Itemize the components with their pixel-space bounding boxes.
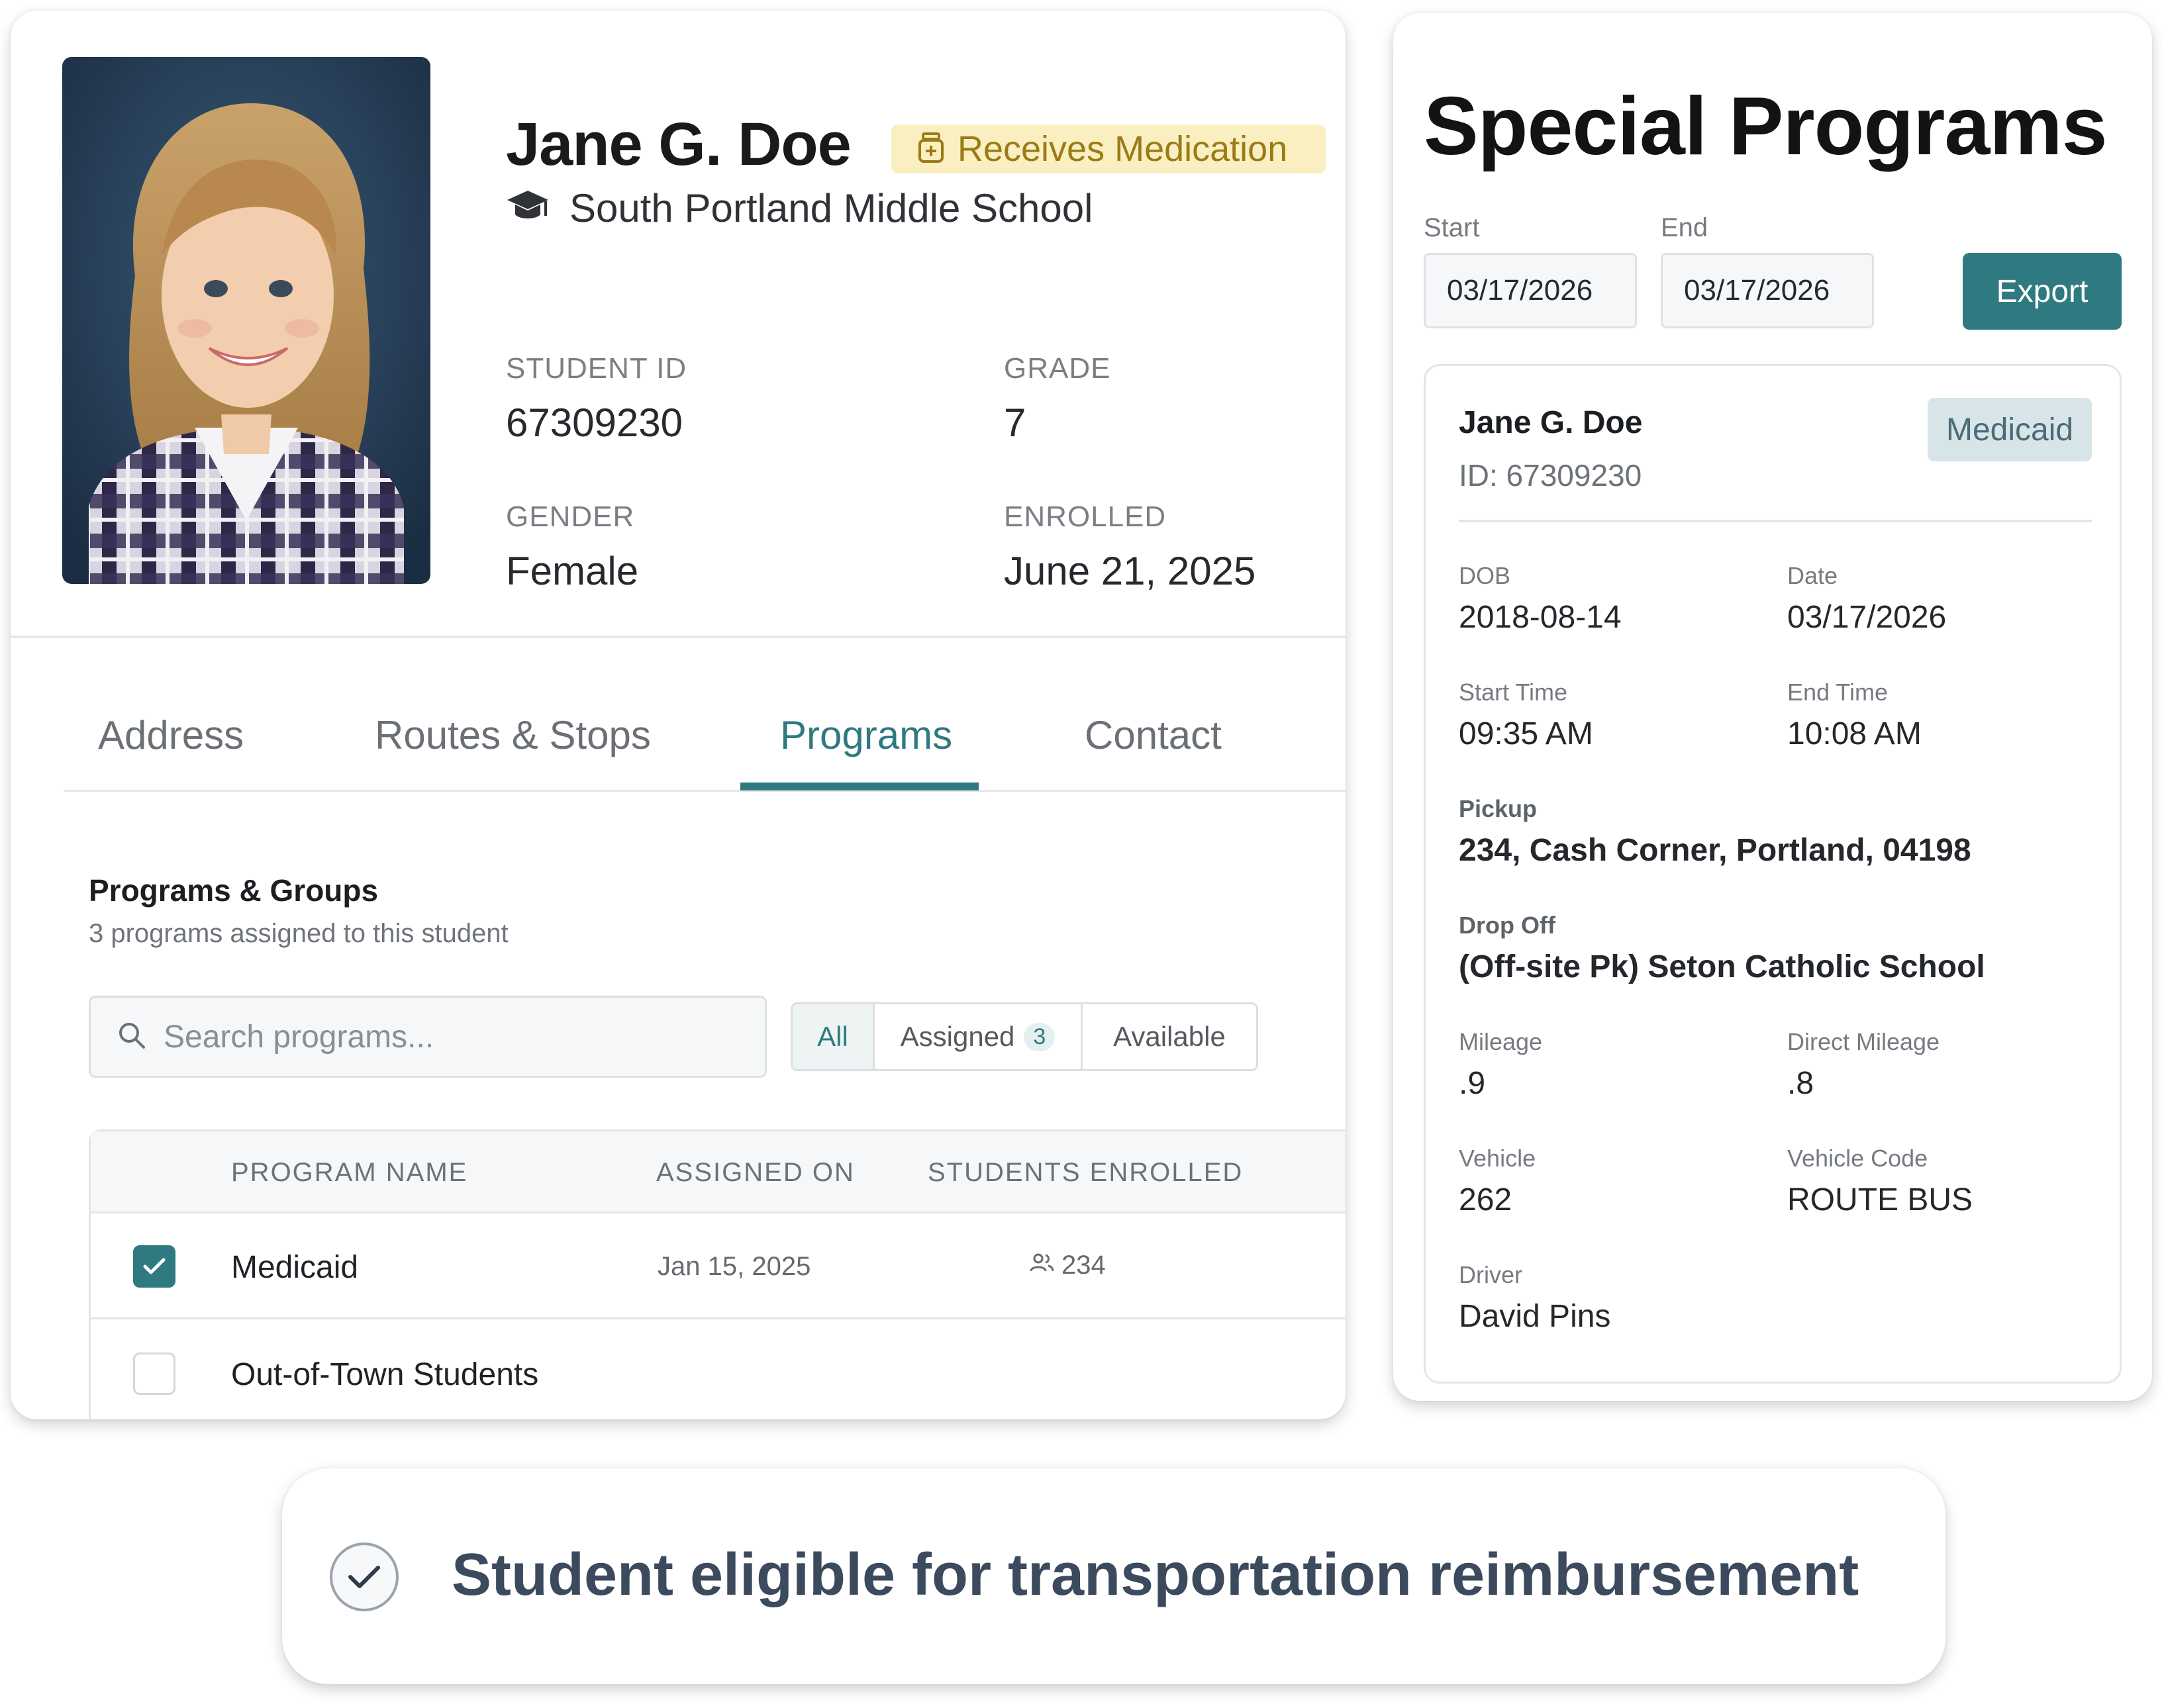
dropoff-label: Drop Off <box>1459 912 1555 939</box>
profile-divider <box>11 636 1346 638</box>
filter-assigned-label: Assigned <box>900 1021 1015 1052</box>
mileage-value: .9 <box>1459 1066 1486 1101</box>
start-time-label: Start Time <box>1459 679 1568 706</box>
start-date-input[interactable]: 03/17/2026 <box>1424 253 1637 328</box>
dob-value: 2018-08-14 <box>1459 600 1622 635</box>
program-search-input[interactable]: Search programs... <box>89 996 767 1078</box>
export-button[interactable]: Export <box>1963 253 2122 330</box>
assigned-on-cell: Jan 15, 2025 <box>658 1252 811 1281</box>
driver-label: Driver <box>1459 1261 1522 1288</box>
eligibility-banner: Student eligible for transportation reim… <box>282 1468 1945 1684</box>
eligibility-message: Student eligible for transportation reim… <box>452 1542 1859 1608</box>
student-profile-card: Jane G. Doe Receives Medication South Po… <box>11 11 1346 1419</box>
end-time-label: End Time <box>1787 679 1889 706</box>
row-checkbox-unchecked[interactable] <box>133 1352 175 1395</box>
grade-label: GRADE <box>1004 352 1111 385</box>
row-checkbox-checked[interactable] <box>133 1245 175 1288</box>
enrolled-count-value: 234 <box>1061 1251 1106 1280</box>
trip-student-id: ID: 67309230 <box>1459 458 1642 493</box>
programs-table: PROGRAM NAME ASSIGNED ON STUDENTS ENROLL… <box>89 1129 1346 1419</box>
pickup-label: Pickup <box>1459 795 1538 822</box>
school-name: South Portland Middle School <box>569 186 1093 230</box>
vehicle-code-label: Vehicle Code <box>1787 1145 1928 1172</box>
dob-label: DOB <box>1459 562 1511 589</box>
filter-assigned-button[interactable]: Assigned 3 <box>875 1004 1083 1069</box>
filter-available-label: Available <box>1113 1021 1226 1052</box>
mileage-label: Mileage <box>1459 1028 1543 1055</box>
enrolled-value: June 21, 2025 <box>1004 549 1256 593</box>
active-tab-indicator <box>740 783 979 790</box>
programs-table-header: PROGRAM NAME ASSIGNED ON STUDENTS ENROLL… <box>91 1131 1346 1213</box>
dropoff-value: (Off-site Pk) Seton Catholic School <box>1459 949 1985 984</box>
medication-bottle-icon <box>918 132 944 166</box>
end-date-label: End <box>1661 213 1708 242</box>
graduation-cap-icon <box>506 189 550 227</box>
gender-label: GENDER <box>506 500 635 533</box>
student-portrait-image <box>62 57 430 584</box>
direct-mileage-label: Direct Mileage <box>1787 1028 1940 1055</box>
filter-all-button[interactable]: All <box>793 1004 875 1069</box>
vehicle-value: 262 <box>1459 1182 1512 1217</box>
users-icon <box>1030 1251 1054 1280</box>
tab-programs[interactable]: Programs <box>780 712 952 790</box>
start-time-value: 09:35 AM <box>1459 716 1593 751</box>
grade-value: 7 <box>1004 401 1026 445</box>
end-date-input[interactable]: 03/17/2026 <box>1661 253 1874 328</box>
student-id-value: 67309230 <box>506 401 683 445</box>
end-time-value: 10:08 AM <box>1787 716 1922 751</box>
special-programs-card: Special Programs Start 03/17/2026 End 03… <box>1393 13 2152 1401</box>
search-icon <box>117 1021 146 1053</box>
vehicle-code-value: ROUTE BUS <box>1787 1182 1973 1217</box>
header-students-enrolled[interactable]: STUDENTS ENROLLED <box>928 1158 1243 1188</box>
gender-value: Female <box>506 549 639 593</box>
programs-section-title: Programs & Groups <box>89 873 379 908</box>
assigned-count-badge: 3 <box>1024 1022 1056 1051</box>
programs-section-subtitle: 3 programs assigned to this student <box>89 919 509 948</box>
table-row[interactable]: Out-of-Town Students <box>91 1321 1346 1419</box>
date-value: 03/17/2026 <box>1787 600 1947 635</box>
enrolled-label: ENROLLED <box>1004 500 1167 533</box>
school-line: South Portland Middle School <box>506 185 1093 231</box>
program-name-cell: Out-of-Town Students <box>231 1357 539 1392</box>
program-name-cell: Medicaid <box>231 1250 359 1285</box>
tab-routes-stops[interactable]: Routes & Stops <box>375 712 651 790</box>
date-label: Date <box>1787 562 1838 589</box>
student-photo <box>62 57 430 584</box>
checkmark-icon <box>143 1258 166 1274</box>
program-filter-group: All Assigned 3 Available <box>791 1002 1258 1071</box>
check-circle-icon <box>330 1542 399 1611</box>
student-id-label: STUDENT ID <box>506 352 687 385</box>
filter-available-button[interactable]: Available <box>1083 1004 1256 1069</box>
medication-badge-label: Receives Medication <box>958 129 1288 169</box>
special-programs-title: Special Programs <box>1424 81 2108 172</box>
student-name: Jane G. Doe <box>506 111 852 178</box>
filter-all-label: All <box>817 1021 848 1052</box>
profile-tabs: Address Routes & Stops Programs Contact <box>64 712 1346 792</box>
enrolled-count-cell: 234 <box>1030 1251 1106 1280</box>
table-row[interactable]: Medicaid Jan 15, 2025 234 <box>91 1213 1346 1319</box>
trip-detail-card: Jane G. Doe ID: 67309230 Medicaid DOB 20… <box>1424 364 2122 1384</box>
program-badge: Medicaid <box>1928 398 2092 461</box>
medication-badge: Receives Medication <box>891 124 1326 173</box>
pickup-value: 234, Cash Corner, Portland, 04198 <box>1459 833 1971 868</box>
trip-student-name: Jane G. Doe <box>1459 405 1643 440</box>
header-assigned-on[interactable]: ASSIGNED ON <box>656 1158 855 1188</box>
tab-address[interactable]: Address <box>98 712 244 790</box>
direct-mileage-value: .8 <box>1787 1066 1814 1101</box>
vehicle-label: Vehicle <box>1459 1145 1536 1172</box>
tab-contact[interactable]: Contact <box>1085 712 1222 790</box>
driver-value: David Pins <box>1459 1299 1611 1334</box>
trip-divider <box>1459 520 2092 522</box>
search-placeholder: Search programs... <box>164 1019 434 1055</box>
start-date-label: Start <box>1424 213 1480 242</box>
header-program-name[interactable]: PROGRAM NAME <box>231 1158 467 1188</box>
